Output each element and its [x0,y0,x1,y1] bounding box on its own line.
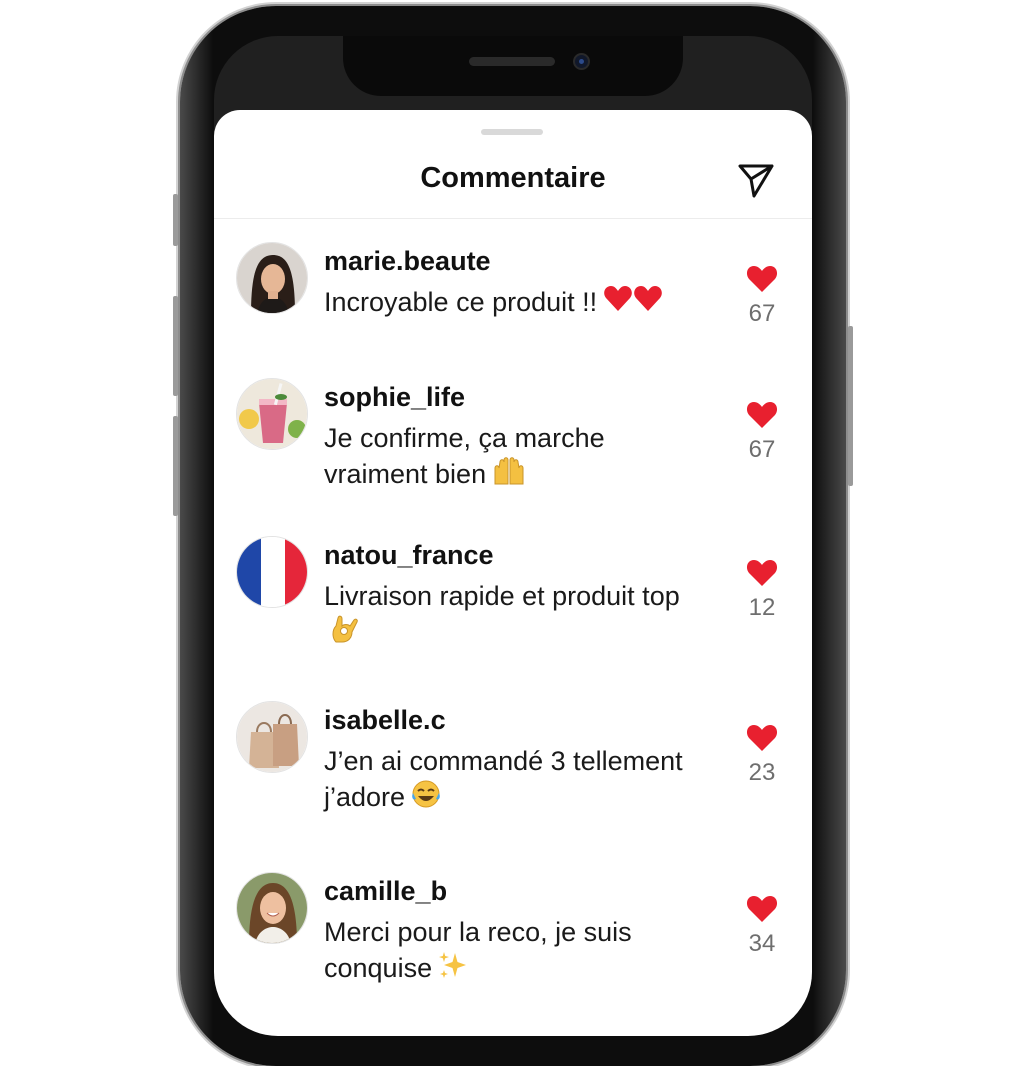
phone-frame: Commentaire marie.beaute Incroyable ce p… [173,6,853,1066]
speaker-grille [469,57,555,66]
shopping-bags-avatar [237,702,307,772]
like-button[interactable] [744,556,780,590]
like-count: 12 [748,594,776,621]
like-button[interactable] [744,262,780,296]
ok-hand-emoji [330,614,358,653]
raising-hands-emoji [492,456,526,495]
heart-icon [746,560,778,586]
phone-screen: Commentaire marie.beaute Incroyable ce p… [214,36,812,1036]
comments-sheet: Commentaire marie.beaute Incroyable ce p… [214,110,812,1036]
comment-username[interactable]: isabelle.c [324,705,446,736]
comment-text-content: Je confirme, ça marche vraiment bien [324,423,605,489]
comment-text: Livraison rapide et produit top [324,578,694,653]
comment-text: J’en ai commandé 3 tellement j’adore [324,743,694,818]
header-divider [214,218,812,219]
power-button [848,326,853,486]
sparkles-emoji [438,950,468,989]
heart-icon [746,402,778,428]
like-count: 34 [748,930,776,957]
comment-text: Je confirme, ça marche vraiment bien [324,420,694,495]
avatar[interactable] [236,378,308,450]
avatar[interactable] [236,536,308,608]
comment-username[interactable]: marie.beaute [324,246,491,277]
like-count: 67 [748,300,776,327]
notch [343,36,683,96]
like-button[interactable] [744,721,780,755]
heart-icon [746,896,778,922]
sheet-grabber[interactable] [481,129,543,135]
front-camera [573,53,590,70]
french-flag-avatar [237,537,307,607]
like-count: 67 [748,436,776,463]
send-button[interactable] [736,160,776,200]
smoothie-avatar [237,379,307,449]
comment-username[interactable]: natou_france [324,540,494,571]
tears-of-joy-emoji [411,779,441,818]
volume-down-button [173,416,178,516]
comment-text-content: J’en ai commandé 3 tellement j’adore [324,746,683,812]
comment-text: Merci pour la reco, je suis conquise [324,914,694,989]
smiling-woman-avatar [237,873,307,943]
comment-username[interactable]: camille_b [324,876,447,907]
like-count: 23 [748,759,776,786]
woman-portrait-avatar [237,243,307,313]
heart-icon [746,725,778,751]
two-red-hearts-emoji [603,284,665,323]
mute-switch [173,194,178,246]
heart-icon [746,266,778,292]
comment-text-content: Merci pour la reco, je suis conquise [324,917,632,983]
avatar[interactable] [236,701,308,773]
comment-username[interactable]: sophie_life [324,382,465,413]
volume-up-button [173,296,178,396]
comment-text: Incroyable ce produit !! [324,284,694,323]
comment-text-content: Livraison rapide et produit top [324,581,680,611]
comment-text-content: Incroyable ce produit !! [324,287,598,317]
sheet-title: Commentaire [420,162,606,194]
avatar[interactable] [236,872,308,944]
like-button[interactable] [744,892,780,926]
like-button[interactable] [744,398,780,432]
avatar[interactable] [236,242,308,314]
send-icon [738,164,774,198]
